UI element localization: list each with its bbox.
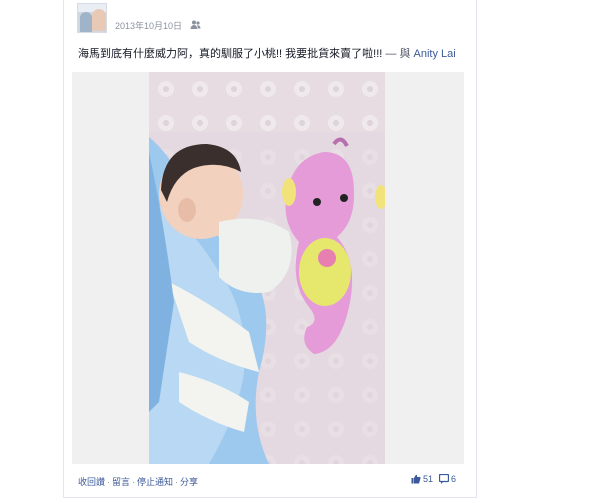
tag-separator: — 與 xyxy=(382,48,414,60)
status-message: 海馬到底有什麼威力阿，真的馴服了小桃!! 我要批貨來賣了啦!!! — 與 Ani… xyxy=(78,45,456,61)
engagement-counts: 51 6 xyxy=(411,474,462,484)
tagged-friend-link[interactable]: Anity Lai xyxy=(414,48,456,60)
status-text: 海馬到底有什麼威力阿，真的馴服了小桃!! 我要批貨來賣了啦!!! xyxy=(78,48,383,60)
stop-notifications-link[interactable]: 停止通知 xyxy=(137,477,173,487)
comment-bubble-icon[interactable] xyxy=(439,474,450,484)
share-link[interactable]: 分享 xyxy=(180,477,198,487)
comment-link[interactable]: 留言 xyxy=(112,477,130,487)
unlike-link[interactable]: 收回讚 xyxy=(78,477,105,487)
post-photo[interactable] xyxy=(149,72,385,464)
comment-count[interactable]: 6 xyxy=(451,474,456,484)
profile-avatar[interactable] xyxy=(77,3,107,33)
like-count[interactable]: 51 xyxy=(423,474,433,484)
baby-with-seahorse-photo xyxy=(149,72,385,464)
post-border xyxy=(476,0,477,498)
post-border xyxy=(63,0,64,498)
friends-icon[interactable] xyxy=(190,19,201,30)
like-thumb-icon[interactable] xyxy=(411,474,421,484)
post-actions: 收回讚 · 留言 · 停止通知 · 分享 xyxy=(78,475,198,488)
post-timestamp[interactable]: 2013年10月10日 xyxy=(115,19,182,32)
action-separator: · xyxy=(132,477,136,487)
action-separator: · xyxy=(107,477,111,487)
action-separator: · xyxy=(175,477,179,487)
